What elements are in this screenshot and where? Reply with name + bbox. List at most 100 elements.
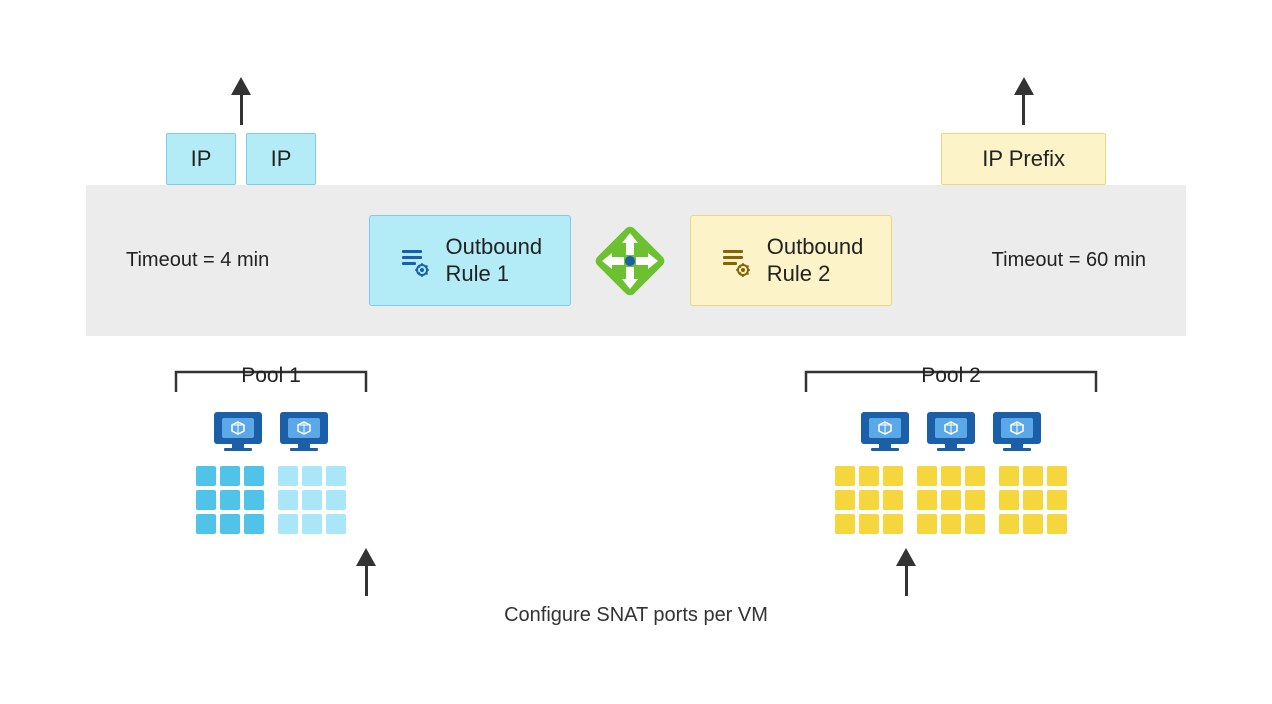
outbound-rule-1: OutboundRule 1: [369, 215, 572, 306]
vm-icon-2: [278, 404, 330, 456]
arrowhead-bottom-left: [356, 548, 376, 566]
vm-icon-3: [859, 404, 911, 456]
port-cell: [917, 514, 937, 534]
port-cell: [196, 490, 216, 510]
port-cell: [220, 466, 240, 486]
arrowhead-bottom-right: [896, 548, 916, 566]
port-cell: [965, 490, 985, 510]
pool-2-port-grids: [835, 466, 1067, 534]
bottom-arrow-right: [896, 548, 916, 596]
arrow-line-bottom-right: [905, 566, 908, 596]
port-grid-2c: [999, 466, 1067, 534]
pool-1-port-grids: [196, 466, 346, 534]
arrowhead-right: [1014, 77, 1034, 95]
port-cell: [883, 466, 903, 486]
pool-1-vms: [212, 404, 330, 456]
bottom-section: Pool 1: [86, 366, 1186, 534]
pool-1-wrap: Pool 1: [166, 366, 376, 534]
port-cell: [917, 490, 937, 510]
top-section: IP IP IP Prefix: [86, 77, 1186, 185]
port-grid-1b: [278, 466, 346, 534]
nat-diamond-icon: [594, 225, 666, 297]
pool-1-label: Pool 1: [241, 364, 301, 388]
ip-box-1: IP: [166, 133, 236, 185]
timeout-label-left: Timeout = 4 min: [86, 249, 309, 272]
port-cell: [1023, 514, 1043, 534]
arrow-line-bottom-left: [365, 566, 368, 596]
rule-icon-1: [398, 244, 432, 278]
rule-icon-svg-1: [398, 244, 432, 278]
port-cell: [883, 490, 903, 510]
rule-text-2: OutboundRule 2: [767, 234, 864, 287]
pool-1-bracket-row: Pool 1: [166, 366, 376, 394]
port-cell: [999, 466, 1019, 486]
port-grid-2a: [835, 466, 903, 534]
port-cell: [196, 466, 216, 486]
timeout-label-right: Timeout = 60 min: [952, 249, 1186, 272]
port-cell: [326, 466, 346, 486]
port-cell: [302, 514, 322, 534]
port-cell: [302, 490, 322, 510]
port-cell: [244, 490, 264, 510]
port-cell: [1047, 514, 1067, 534]
pool-2-bracket-row: Pool 2: [796, 366, 1106, 394]
arrow-line-left: [240, 95, 243, 125]
vm-icon-4: [925, 404, 977, 456]
nat-diamond-position: [594, 225, 666, 302]
pool-2-vms: [859, 404, 1043, 456]
arrow-up-right: [1014, 77, 1034, 125]
ip-box-2: IP: [246, 133, 316, 185]
port-cell: [278, 490, 298, 510]
vm-icon-1: [212, 404, 264, 456]
port-cell: [1047, 466, 1067, 486]
port-cell: [883, 514, 903, 534]
arrow-up-left: [231, 77, 251, 125]
port-cell: [941, 490, 961, 510]
port-cell: [220, 514, 240, 534]
pool-2-label: Pool 2: [921, 364, 981, 388]
ip-boxes: IP IP: [166, 133, 316, 185]
pool-2-wrap: Pool 2: [796, 366, 1106, 534]
arrowhead-left: [231, 77, 251, 95]
port-cell: [302, 466, 322, 486]
middle-band: Timeout = 4 min: [86, 185, 1186, 336]
snat-label-row: Configure SNAT ports per VM: [86, 604, 1186, 627]
port-cell: [859, 514, 879, 534]
port-cell: [278, 514, 298, 534]
arrow-line-right: [1022, 95, 1025, 125]
top-left: IP IP: [166, 77, 316, 185]
port-cell: [326, 490, 346, 510]
port-cell: [835, 490, 855, 510]
outbound-rule-2: OutboundRule 2: [690, 215, 893, 306]
rule-text-1: OutboundRule 1: [446, 234, 543, 287]
bottom-arrows-row: [86, 548, 1186, 596]
port-cell: [835, 466, 855, 486]
port-cell: [244, 514, 264, 534]
port-grid-2b: [917, 466, 985, 534]
port-cell: [917, 466, 937, 486]
port-cell: [326, 514, 346, 534]
port-cell: [278, 466, 298, 486]
port-grid-1a: [196, 466, 264, 534]
port-cell: [1023, 490, 1043, 510]
port-cell: [859, 490, 879, 510]
port-cell: [835, 514, 855, 534]
port-cell: [196, 514, 216, 534]
ip-prefix-box: IP Prefix: [941, 133, 1106, 185]
port-cell: [965, 466, 985, 486]
rule-icon-svg-2: [719, 244, 753, 278]
port-cell: [941, 466, 961, 486]
port-cell: [941, 514, 961, 534]
port-cell: [999, 490, 1019, 510]
snat-label: Configure SNAT ports per VM: [504, 604, 768, 627]
vm-icon-5: [991, 404, 1043, 456]
diagram: IP IP IP Prefix Timeout = 4 min: [86, 77, 1186, 627]
port-cell: [1023, 466, 1043, 486]
port-cell: [1047, 490, 1067, 510]
port-cell: [220, 490, 240, 510]
port-cell: [244, 466, 264, 486]
top-right: IP Prefix: [941, 77, 1106, 185]
port-cell: [999, 514, 1019, 534]
bottom-arrow-left: [356, 548, 376, 596]
port-cell: [965, 514, 985, 534]
